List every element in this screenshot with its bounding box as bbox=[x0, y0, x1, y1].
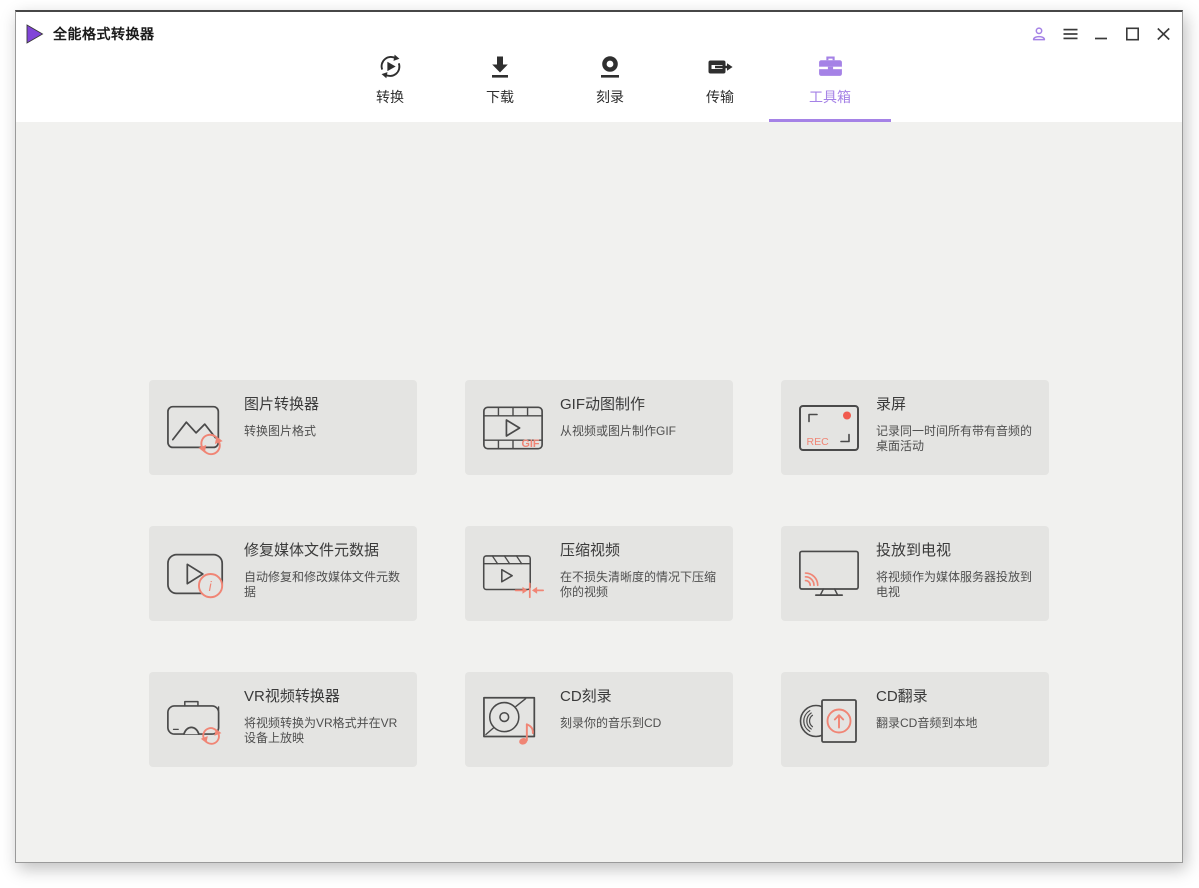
tool-desc: 记录同一时间所有带有音频的桌面活动 bbox=[876, 424, 1033, 453]
tool-title: 投放到电视 bbox=[876, 542, 952, 559]
menu-icon[interactable] bbox=[1061, 25, 1079, 43]
tools-grid: 图片转换器 转换图片格式 GIF GIF动图制作 从视频或图片制作GIF REC… bbox=[149, 380, 1049, 767]
tool-card-screen-recorder[interactable]: REC 录屏 记录同一时间所有带有音频的桌面活动 bbox=[781, 380, 1049, 475]
tab-download-label: 下载 bbox=[486, 89, 514, 105]
tool-desc: 将视频作为媒体服务器投放到电视 bbox=[876, 570, 1033, 599]
cd-burn-icon bbox=[482, 672, 544, 767]
header: 转换 下载 刻录 传输 工具箱 全能格式转换器 bbox=[16, 12, 1182, 122]
fix-metadata-icon: i bbox=[166, 526, 228, 621]
close-icon[interactable] bbox=[1154, 25, 1172, 43]
tool-title: CD翻录 bbox=[876, 688, 928, 705]
vr-converter-icon bbox=[166, 672, 228, 767]
account-icon[interactable] bbox=[1030, 25, 1048, 43]
tool-title: 修复媒体文件元数据 bbox=[244, 542, 380, 559]
tool-desc: 从视频或图片制作GIF bbox=[560, 424, 676, 438]
gif-maker-icon: GIF bbox=[482, 380, 544, 475]
svg-text:REC: REC bbox=[807, 436, 830, 448]
compress-video-icon bbox=[482, 526, 544, 621]
burn-icon bbox=[597, 53, 623, 81]
screen-recorder-icon: REC bbox=[798, 380, 860, 475]
tool-card-vr-converter[interactable]: VR视频转换器 将视频转换为VR格式并在VR设备上放映 bbox=[149, 672, 417, 767]
download-icon bbox=[487, 53, 513, 81]
tool-title: 压缩视频 bbox=[560, 542, 621, 559]
tool-card-cd-rip[interactable]: CD翻录 翻录CD音频到本地 bbox=[781, 672, 1049, 767]
tool-title: 图片转换器 bbox=[244, 396, 320, 413]
tool-title: VR视频转换器 bbox=[244, 688, 340, 705]
tool-title: CD刻录 bbox=[560, 688, 612, 705]
tab-convert-label: 转换 bbox=[376, 89, 404, 105]
tool-desc: 将视频转换为VR格式并在VR设备上放映 bbox=[244, 716, 398, 745]
app-logo-icon bbox=[25, 24, 44, 44]
app-window: 转换 下载 刻录 传输 工具箱 全能格式转换器 图片转换器 转换图片格式 GIF… bbox=[15, 10, 1183, 863]
tool-desc: 刻录你的音乐到CD bbox=[560, 716, 662, 730]
tool-desc: 自动修复和修改媒体文件元数据 bbox=[244, 570, 401, 599]
tool-card-cd-burn[interactable]: CD刻录 刻录你的音乐到CD bbox=[465, 672, 733, 767]
cast-to-tv-icon bbox=[798, 526, 860, 621]
minimize-icon[interactable] bbox=[1092, 25, 1110, 43]
tool-desc: 翻录CD音频到本地 bbox=[876, 716, 978, 730]
maximize-icon[interactable] bbox=[1123, 25, 1141, 43]
titlebar: 全能格式转换器 bbox=[16, 12, 1182, 48]
tool-card-compress-video[interactable]: 压缩视频 在不损失清晰度的情况下压缩你的视频 bbox=[465, 526, 733, 621]
window-controls bbox=[1030, 25, 1172, 43]
tool-card-cast-to-tv[interactable]: 投放到电视 将视频作为媒体服务器投放到电视 bbox=[781, 526, 1049, 621]
convert-icon bbox=[377, 53, 404, 81]
tool-card-image-converter[interactable]: 图片转换器 转换图片格式 bbox=[149, 380, 417, 475]
app-title: 全能格式转换器 bbox=[53, 26, 155, 42]
tab-burn-label: 刻录 bbox=[596, 89, 624, 105]
toolbox-icon bbox=[817, 53, 844, 81]
svg-text:GIF: GIF bbox=[521, 437, 539, 449]
tab-toolbox-label: 工具箱 bbox=[809, 89, 851, 105]
transfer-icon bbox=[707, 53, 734, 81]
image-converter-icon bbox=[166, 380, 228, 475]
tool-title: 录屏 bbox=[876, 396, 907, 413]
tool-title: GIF动图制作 bbox=[560, 396, 645, 413]
toolbox-content: 图片转换器 转换图片格式 GIF GIF动图制作 从视频或图片制作GIF REC… bbox=[16, 122, 1182, 862]
tool-desc: 在不损失清晰度的情况下压缩你的视频 bbox=[560, 570, 717, 599]
tool-card-fix-metadata[interactable]: i 修复媒体文件元数据 自动修复和修改媒体文件元数据 bbox=[149, 526, 417, 621]
tab-transfer-label: 传输 bbox=[706, 89, 734, 105]
tool-desc: 转换图片格式 bbox=[244, 424, 317, 438]
cd-rip-icon bbox=[798, 672, 860, 767]
tool-card-gif-maker[interactable]: GIF GIF动图制作 从视频或图片制作GIF bbox=[465, 380, 733, 475]
